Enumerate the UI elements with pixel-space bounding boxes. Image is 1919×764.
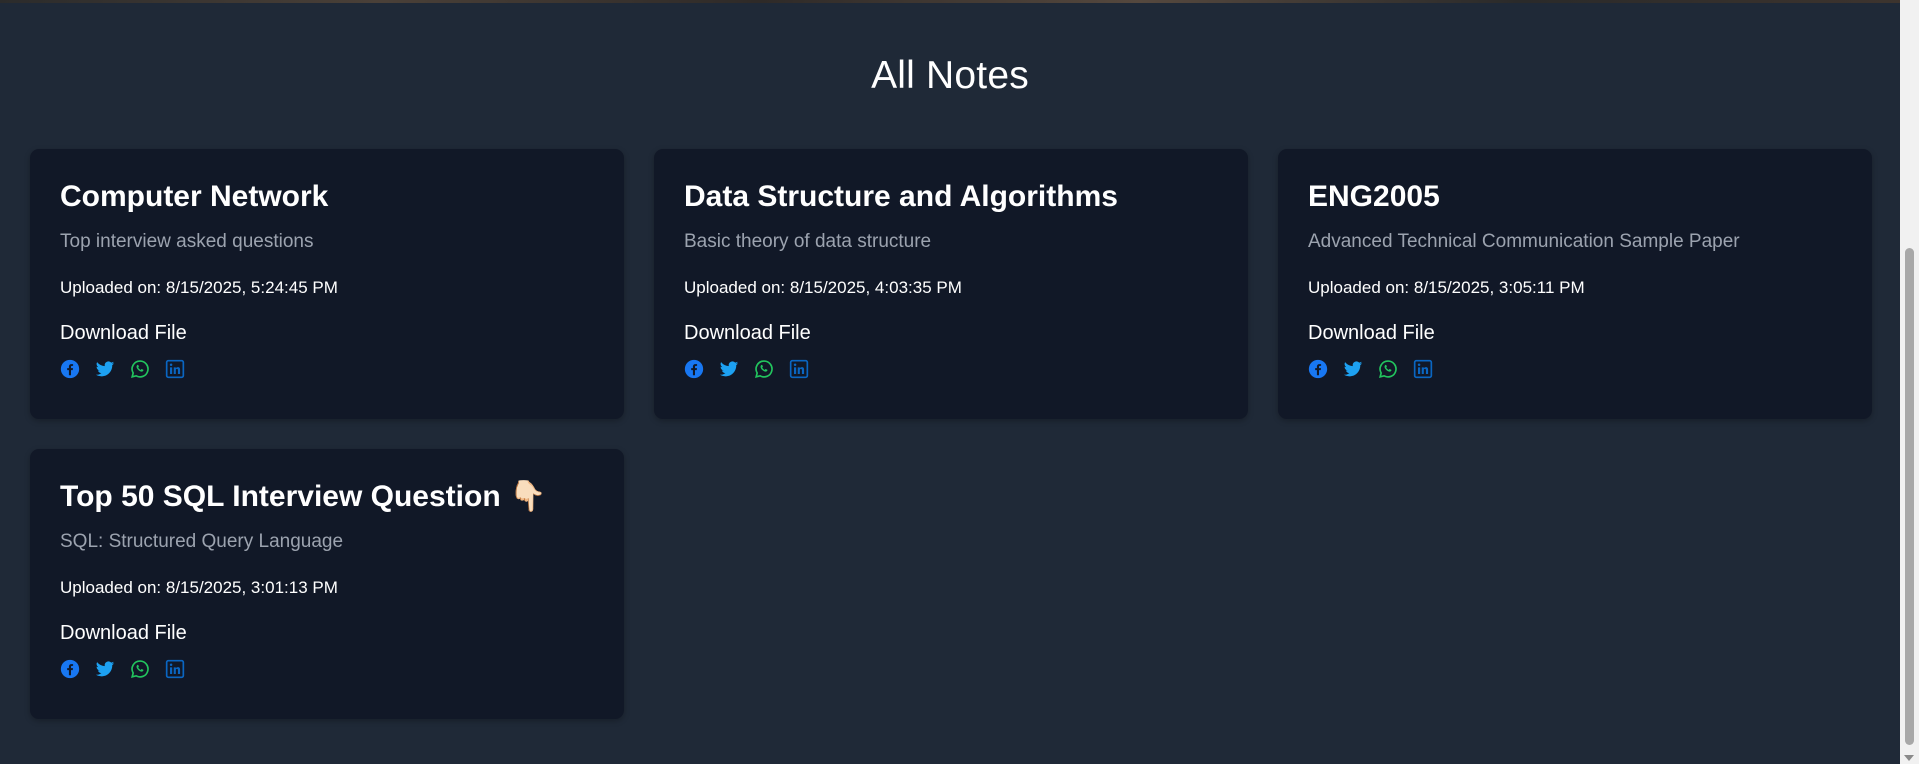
note-upload-date: Uploaded on: 8/15/2025, 4:03:35 PM xyxy=(684,277,962,297)
note-card: Top 50 SQL Interview Question 👇🏻 SQL: St… xyxy=(30,449,624,719)
facebook-icon[interactable] xyxy=(684,359,704,379)
vertical-scrollbar[interactable] xyxy=(1900,0,1919,764)
twitter-icon[interactable] xyxy=(95,659,115,679)
download-file-link[interactable]: Download File xyxy=(684,321,811,345)
whatsapp-icon[interactable] xyxy=(754,359,774,379)
scroll-down-arrow-icon[interactable] xyxy=(1904,755,1914,761)
whatsapp-icon[interactable] xyxy=(1378,359,1398,379)
note-card: Computer Network Top interview asked que… xyxy=(30,149,624,419)
note-card: ENG2005 Advanced Technical Communication… xyxy=(1278,149,1872,419)
note-title: ENG2005 xyxy=(1308,180,1440,213)
twitter-icon[interactable] xyxy=(719,359,739,379)
twitter-icon[interactable] xyxy=(95,359,115,379)
linkedin-icon[interactable] xyxy=(789,359,809,379)
facebook-icon[interactable] xyxy=(60,359,80,379)
twitter-icon[interactable] xyxy=(1343,359,1363,379)
share-links xyxy=(1308,359,1842,379)
share-links xyxy=(684,359,1218,379)
note-description: SQL: Structured Query Language xyxy=(60,531,344,552)
note-description: Basic theory of data structure xyxy=(684,231,932,252)
download-file-link[interactable]: Download File xyxy=(1308,321,1435,345)
share-links xyxy=(60,359,594,379)
facebook-icon[interactable] xyxy=(60,659,80,679)
page-title: All Notes xyxy=(871,54,1029,97)
facebook-icon[interactable] xyxy=(1308,359,1328,379)
note-upload-date: Uploaded on: 8/15/2025, 3:01:13 PM xyxy=(60,577,338,597)
download-file-link[interactable]: Download File xyxy=(60,621,187,645)
linkedin-icon[interactable] xyxy=(165,359,185,379)
note-card: Data Structure and Algorithms Basic theo… xyxy=(654,149,1248,419)
note-title: Top 50 SQL Interview Question 👇🏻 xyxy=(60,480,547,513)
linkedin-icon[interactable] xyxy=(1413,359,1433,379)
whatsapp-icon[interactable] xyxy=(130,659,150,679)
note-description: Top interview asked questions xyxy=(60,231,314,252)
notes-grid: Computer Network Top interview asked que… xyxy=(30,149,1872,719)
scrollbar-thumb[interactable] xyxy=(1905,248,1914,745)
header-image-strip xyxy=(0,0,1900,3)
note-title: Computer Network xyxy=(60,180,329,213)
share-links xyxy=(60,659,594,679)
note-title: Data Structure and Algorithms xyxy=(684,180,1118,213)
download-file-link[interactable]: Download File xyxy=(60,321,187,345)
note-description: Advanced Technical Communication Sample … xyxy=(1308,231,1740,252)
note-upload-date: Uploaded on: 8/15/2025, 5:24:45 PM xyxy=(60,277,338,297)
whatsapp-icon[interactable] xyxy=(130,359,150,379)
linkedin-icon[interactable] xyxy=(165,659,185,679)
note-upload-date: Uploaded on: 8/15/2025, 3:05:11 PM xyxy=(1308,277,1585,297)
